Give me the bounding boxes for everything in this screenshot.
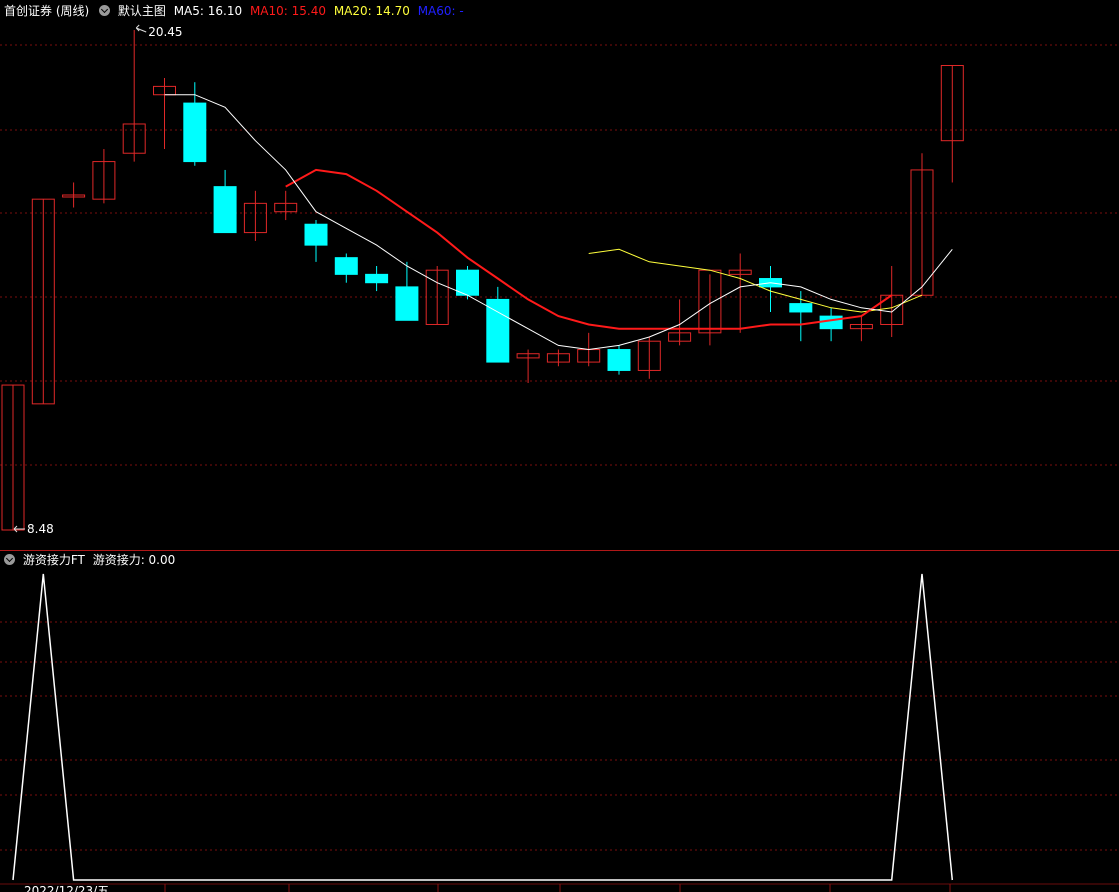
indicator-line: [12, 573, 954, 881]
indicator-chart[interactable]: 2022/12/23/五: [0, 0, 1119, 892]
date-label: 2022/12/23/五: [24, 884, 109, 892]
